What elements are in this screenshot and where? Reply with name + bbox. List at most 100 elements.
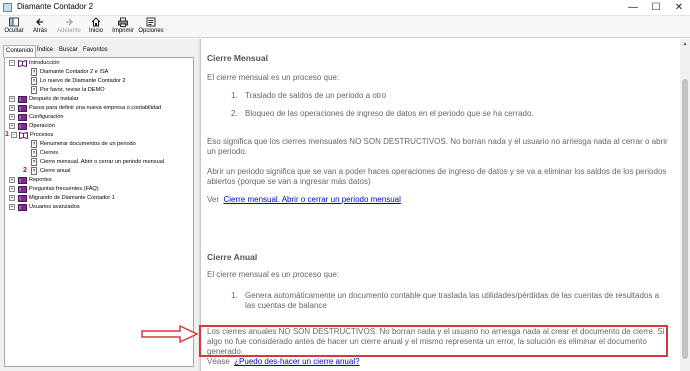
home-button[interactable]: Inicio	[86, 16, 106, 38]
tree-item-configuracion[interactable]: + Configuración	[7, 113, 193, 122]
hide-icon	[9, 17, 19, 27]
tree-item-demo[interactable]: ? Por favor, revise la DEMO	[7, 86, 193, 95]
tree-item-preguntas[interactable]: + Preguntas frecuentes (FAQ)	[7, 185, 193, 194]
tree-item-label: Pasos para definir una nueva empresa o c…	[29, 105, 162, 111]
toolbar: Ocultar Atrás Adelante Inicio Imprimir O…	[0, 16, 690, 38]
see-label: Ver	[207, 195, 220, 204]
tree-item-migrando[interactable]: + Migrando de Diamante Contador 1	[7, 194, 193, 203]
tree-item-cierre-anual[interactable]: ? Cierre anual	[7, 167, 193, 176]
home-label: Inicio	[88, 28, 103, 34]
back-arrow-icon	[36, 18, 43, 26]
list-text: Genera automáticamente un documento cont…	[245, 291, 660, 310]
tree-item-diamante-isa[interactable]: ? Diamante Contador 2 e ISA	[7, 68, 193, 77]
navigation-pane: Contenido Índice Buscar Favoritos − Intr…	[0, 39, 198, 371]
list-text: Bloqueo de las operaciones de ingreso de…	[245, 109, 534, 118]
print-button[interactable]: Imprimir	[110, 16, 136, 38]
annotation-highlight-box	[199, 325, 668, 357]
tree-item-label: Migrando de Diamante Contador 1	[29, 195, 115, 201]
hide-button[interactable]: Ocultar	[2, 16, 26, 38]
scroll-up-arrow-icon[interactable]: ▲	[682, 41, 688, 47]
maximize-button[interactable]: ☐	[645, 0, 667, 16]
tree-item-pasos[interactable]: + Pasos para definir una nueva empresa o…	[7, 104, 193, 113]
book-icon	[18, 195, 27, 202]
tree-item-despues-instalar[interactable]: + Después de instalar	[7, 95, 193, 104]
expand-icon[interactable]: +	[9, 186, 15, 192]
help-page-icon: ?	[31, 140, 37, 148]
help-page-icon: ?	[31, 167, 37, 175]
book-icon	[18, 114, 27, 121]
tree-item-label: Después de instalar	[29, 96, 79, 102]
expand-icon[interactable]: +	[9, 114, 15, 120]
forward-label: Adelante	[57, 28, 81, 34]
tab-search[interactable]: Buscar	[57, 45, 80, 57]
section-title-cierre-mensual: Cierre Mensual	[207, 53, 268, 63]
tree-item-operacion[interactable]: + Operación	[7, 122, 193, 131]
tree-item-cierre-mensual[interactable]: ? Cierre mensual. Abrir o cerrar un peri…	[7, 158, 193, 167]
see-also-mensual: Ver Cierre mensual. Abrir o cerrar un pe…	[207, 195, 673, 205]
tab-favorites[interactable]: Favoritos	[81, 45, 110, 57]
tree-item-label: Diamante Contador 2 e ISA	[40, 69, 109, 75]
expand-icon[interactable]: +	[9, 96, 15, 102]
tree-item-introduccion[interactable]: − Introducción	[7, 59, 193, 68]
see-label: Véase	[207, 357, 230, 366]
expand-icon[interactable]: +	[9, 177, 15, 183]
section-title-cierre-anual: Cierre Anual	[207, 252, 258, 262]
expand-icon[interactable]: +	[9, 105, 15, 111]
hide-label: Ocultar	[4, 28, 24, 34]
forward-button[interactable]: Adelante	[55, 16, 83, 38]
tab-contents[interactable]: Contenido	[3, 45, 37, 57]
book-icon	[18, 105, 27, 112]
back-label: Atrás	[32, 28, 47, 34]
window-title: Diamante Contador 2	[17, 2, 94, 11]
list-number: 2.	[231, 109, 238, 118]
list-text: Traslado de saldos de un periodo a otro	[245, 91, 387, 100]
tree-item-label: Renumerar documentos de un periodo	[40, 141, 136, 147]
options-icon	[146, 17, 156, 27]
anual-intro: El cierre mensual es un proceso que:	[207, 270, 340, 279]
tree-item-reportes[interactable]: + Reportes	[7, 176, 193, 185]
annotation-arrow-icon	[141, 324, 199, 344]
tree-item-cierres[interactable]: ? Cierres	[7, 149, 193, 158]
collapse-icon[interactable]: −	[11, 132, 17, 138]
tree-item-label: Lo nuevo de Diamante Contador 2	[40, 78, 126, 84]
tree-item-label: Configuración	[29, 114, 64, 120]
print-label: Imprimir	[112, 28, 134, 34]
tree-item-label: Procesos	[30, 132, 54, 138]
nav-tabs: Contenido Índice Buscar Favoritos	[0, 45, 198, 57]
tree-item-label: Cierres	[40, 150, 59, 156]
tree-item-lo-nuevo[interactable]: ? Lo nuevo de Diamante Contador 2	[7, 77, 193, 86]
collapse-icon[interactable]: −	[9, 60, 15, 66]
title-bar: Diamante Contador 2 — ☐ ✕	[0, 0, 690, 16]
list-number: 1.	[231, 291, 238, 300]
expand-icon[interactable]: +	[9, 195, 15, 201]
options-button[interactable]: Opciones	[138, 16, 164, 38]
close-button[interactable]: ✕	[668, 0, 690, 16]
tab-index[interactable]: Índice	[35, 45, 55, 57]
tree-item-label: Usuarios avanzados	[29, 204, 80, 210]
back-button[interactable]: Atrás	[30, 16, 50, 38]
open-book-icon	[19, 132, 28, 139]
contents-tree: − Introducción ? Diamante Contador 2 e I…	[4, 57, 194, 367]
mensual-paragraph-2: Abrir un periodo significa que se van a …	[207, 167, 667, 186]
help-page-icon: ?	[31, 77, 37, 85]
expand-icon[interactable]: +	[9, 123, 15, 129]
tree-item-renumerar[interactable]: ? Renumerar documentos de un periodo	[7, 140, 193, 149]
printer-icon	[118, 17, 128, 27]
list-number: 1.	[231, 91, 238, 100]
content-scrollbar[interactable]: ▲	[680, 39, 690, 371]
tree-item-label: Introducción	[29, 60, 60, 66]
minimize-button[interactable]: —	[622, 0, 644, 16]
tree-item-usuarios[interactable]: + Usuarios avanzados	[7, 203, 193, 212]
scroll-thumb[interactable]	[682, 79, 688, 359]
help-page-icon: ?	[31, 158, 37, 166]
help-page-icon: ?	[31, 149, 37, 157]
mensual-paragraph-1: Eso significa que los cierres mensuales …	[207, 137, 668, 156]
link-deshacer-cierre-anual[interactable]: ¿Puedo des-hacer un cierre anual?	[234, 357, 359, 366]
options-label: Opciones	[138, 28, 164, 34]
book-icon	[18, 96, 27, 103]
expand-icon[interactable]: +	[9, 204, 15, 210]
tree-item-label: Cierre mensual. Abrir o cerrar un period…	[40, 159, 165, 165]
link-cierre-mensual[interactable]: Cierre mensual. Abrir o cerrar un period…	[223, 195, 400, 204]
tree-item-label: Por favor, revise la DEMO	[40, 87, 105, 93]
tree-item-procesos[interactable]: − Procesos	[7, 131, 193, 140]
